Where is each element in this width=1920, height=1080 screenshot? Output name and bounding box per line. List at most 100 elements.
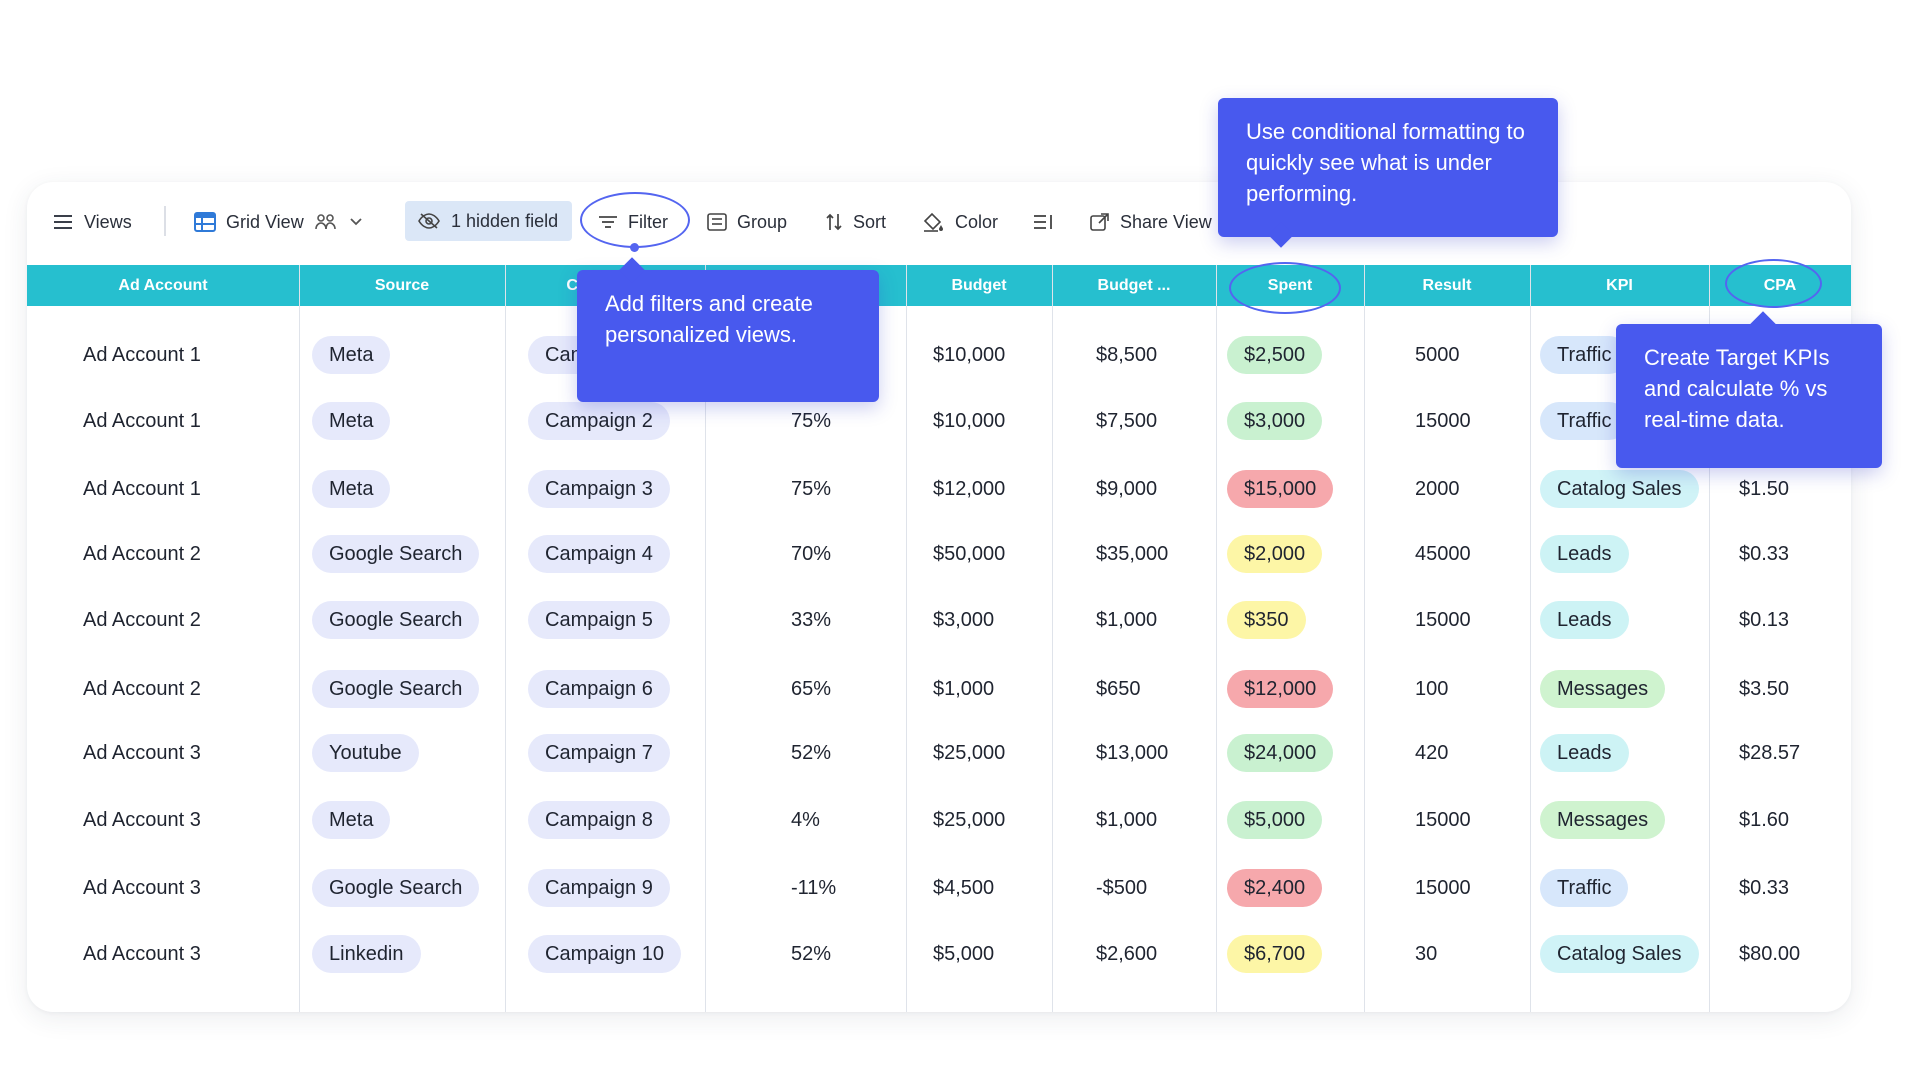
percent-cell: 52% xyxy=(791,942,832,965)
campaign-tag: Campaign 6 xyxy=(528,670,670,708)
column-header-ad-account[interactable]: Ad Account xyxy=(27,265,299,306)
spent-highlight-ring xyxy=(1229,262,1341,314)
group-icon xyxy=(707,213,727,231)
budget-cell: $25,000 xyxy=(933,808,1006,831)
column-divider xyxy=(1052,265,1053,1012)
result-cell: 45000 xyxy=(1415,542,1471,565)
campaign-tag: Campaign 8 xyxy=(528,801,670,839)
ad-account-cell: Ad Account 2 xyxy=(83,677,201,700)
cpa-cell: $1.50 xyxy=(1739,477,1790,500)
result-cell: 100 xyxy=(1415,677,1449,700)
campaign-tag: Campaign 3 xyxy=(528,470,670,508)
spent-tag: $2,000 xyxy=(1227,535,1323,573)
spent-tag: $24,000 xyxy=(1227,734,1334,772)
group-button[interactable]: Group xyxy=(707,204,787,240)
source-tag: Google Search xyxy=(312,670,480,708)
percent-cell: 65% xyxy=(791,677,832,700)
source-tag: Google Search xyxy=(312,601,480,639)
percent-cell: 52% xyxy=(791,741,832,764)
source-tag: Google Search xyxy=(312,535,480,573)
source-tag: Google Search xyxy=(312,869,480,907)
percent-cell: 70% xyxy=(791,542,832,565)
spent-tag: $12,000 xyxy=(1227,670,1334,708)
views-label: Views xyxy=(84,211,132,232)
budget-remaining-cell: $35,000 xyxy=(1096,542,1169,565)
kpi-tag: Messages xyxy=(1540,670,1666,708)
ad-account-cell: Ad Account 1 xyxy=(83,409,201,432)
column-header-kpi[interactable]: KPI xyxy=(1530,265,1709,306)
share-icon xyxy=(1090,212,1110,232)
ad-account-cell: Ad Account 3 xyxy=(83,876,201,899)
column-divider xyxy=(1216,265,1217,1012)
chevron-down-icon[interactable] xyxy=(348,217,364,227)
column-header-result[interactable]: Result xyxy=(1364,265,1530,306)
spent-tag: $350 xyxy=(1227,601,1306,639)
spent-tag: $2,400 xyxy=(1227,869,1323,907)
cpa-cell: $0.33 xyxy=(1739,542,1790,565)
column-header-budget-remaining[interactable]: Budget ... xyxy=(1052,265,1216,306)
budget-remaining-cell: -$500 xyxy=(1096,876,1148,899)
cpa-highlight-ring xyxy=(1725,259,1822,308)
spent-tag: $3,000 xyxy=(1227,402,1323,440)
campaign-tag: Campaign 4 xyxy=(528,535,670,573)
campaign-tag: Campaign 7 xyxy=(528,734,670,772)
grid-view-label: Grid View xyxy=(226,211,304,232)
budget-cell: $10,000 xyxy=(933,343,1006,366)
spent-tag: $15,000 xyxy=(1227,470,1334,508)
percent-cell: 75% xyxy=(791,477,832,500)
budget-remaining-cell: $2,600 xyxy=(1096,942,1158,965)
budget-cell: $3,000 xyxy=(933,608,995,631)
budget-remaining-cell: $7,500 xyxy=(1096,409,1158,432)
sort-button[interactable]: Sort xyxy=(825,204,886,240)
source-tag: Meta xyxy=(312,402,391,440)
result-cell: 2000 xyxy=(1415,477,1460,500)
budget-remaining-cell: $8,500 xyxy=(1096,343,1158,366)
column-divider xyxy=(1364,265,1365,1012)
sort-label: Sort xyxy=(853,211,887,232)
ad-account-cell: Ad Account 1 xyxy=(83,477,201,500)
kpi-tag: Traffic xyxy=(1540,869,1629,907)
color-button[interactable]: Color xyxy=(921,204,998,240)
column-divider xyxy=(906,265,907,1012)
percent-cell: 4% xyxy=(791,808,820,831)
result-cell: 420 xyxy=(1415,741,1449,764)
hamburger-icon xyxy=(54,214,74,230)
cpa-cell: $28.57 xyxy=(1739,741,1801,764)
column-divider xyxy=(505,265,506,1012)
grid-view-button[interactable]: Grid View xyxy=(194,204,364,240)
hidden-fields-button[interactable]: 1 hidden field xyxy=(405,201,573,241)
column-header-source[interactable]: Source xyxy=(299,265,505,306)
result-cell: 15000 xyxy=(1415,808,1471,831)
row-height-button[interactable] xyxy=(1033,204,1053,240)
budget-cell: $1,000 xyxy=(933,677,995,700)
budget-cell: $5,000 xyxy=(933,942,995,965)
column-header-budget[interactable]: Budget xyxy=(906,265,1052,306)
views-button[interactable]: Views xyxy=(54,204,132,240)
spent-tag: $6,700 xyxy=(1227,935,1323,973)
campaign-tag: Campaign 10 xyxy=(528,935,681,973)
ad-account-cell: Ad Account 3 xyxy=(83,808,201,831)
source-tag: Meta xyxy=(312,336,391,374)
spent-tag: $2,500 xyxy=(1227,336,1323,374)
share-view-label: Share View xyxy=(1120,211,1212,232)
ad-account-cell: Ad Account 1 xyxy=(83,343,201,366)
budget-cell: $4,500 xyxy=(933,876,995,899)
spent-tag: $5,000 xyxy=(1227,801,1323,839)
color-label: Color xyxy=(955,211,999,232)
cpa-cell: $3.50 xyxy=(1739,677,1790,700)
cpa-cell: $0.13 xyxy=(1739,608,1790,631)
budget-remaining-cell: $1,000 xyxy=(1096,608,1158,631)
result-cell: 15000 xyxy=(1415,608,1471,631)
ad-account-cell: Ad Account 2 xyxy=(83,542,201,565)
campaign-tag: Campaign 2 xyxy=(528,402,670,440)
kpi-tag: Messages xyxy=(1540,801,1666,839)
source-tag: Youtube xyxy=(312,734,419,772)
grid-icon xyxy=(194,212,216,232)
campaign-tag: Campaign 5 xyxy=(528,601,670,639)
share-view-button[interactable]: Share View xyxy=(1090,204,1212,240)
percent-cell: 75% xyxy=(791,409,832,432)
filter-highlight-ring xyxy=(580,192,690,248)
filter-ring-dot xyxy=(630,243,639,252)
budget-cell: $25,000 xyxy=(933,741,1006,764)
budget-cell: $50,000 xyxy=(933,542,1006,565)
